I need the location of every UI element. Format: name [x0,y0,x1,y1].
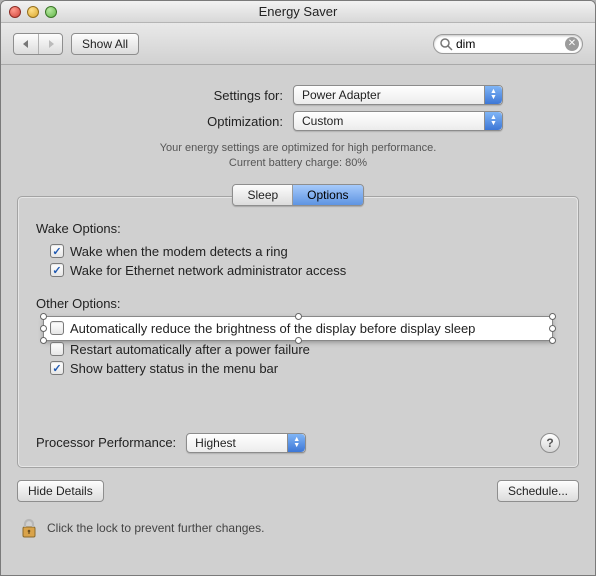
optimization-info: Your energy settings are optimized for h… [17,141,579,172]
schedule-label: Schedule... [508,484,568,498]
popup-arrows-icon: ▲▼ [484,86,502,104]
popup-arrows-icon: ▲▼ [484,112,502,130]
tab-sleep-label: Sleep [247,188,278,202]
help-button[interactable]: ? [540,433,560,453]
auto-dim-label: Automatically reduce the brightness of t… [70,321,475,336]
back-button[interactable] [14,34,38,54]
clear-search-icon[interactable]: ✕ [565,37,579,51]
search-field-wrap: ✕ [433,34,583,54]
lock-row: Click the lock to prevent further change… [17,512,579,552]
show-all-button[interactable]: Show All [71,33,139,55]
option-restart-power-failure: Restart automatically after a power fail… [36,340,560,359]
tab-options[interactable]: Options [292,185,362,205]
search-icon [439,37,453,51]
wake-options-title: Wake Options: [36,221,560,236]
checkbox-battery-menu[interactable] [50,361,64,375]
energy-saver-window: Energy Saver Show All ✕ Settings for: Po… [0,0,596,576]
toolbar: Show All ✕ [1,23,595,65]
wake-ethernet-label: Wake for Ethernet network administrator … [70,263,346,278]
battery-menu-label: Show battery status in the menu bar [70,361,278,376]
hide-details-button[interactable]: Hide Details [17,480,104,502]
minimize-icon[interactable] [27,6,39,18]
titlebar: Energy Saver [1,1,595,23]
restart-label: Restart automatically after a power fail… [70,342,310,357]
hide-details-label: Hide Details [28,484,93,498]
processor-value: Highest [195,436,236,450]
checkbox-auto-dim[interactable] [50,321,64,335]
window-controls [9,6,57,18]
content-area: Settings for: Power Adapter ▲▼ Optimizat… [1,65,595,552]
option-auto-dim: Automatically reduce the brightness of t… [36,317,560,340]
processor-popup[interactable]: Highest ▲▼ [186,433,306,453]
tab-bar: Sleep Options [17,184,579,196]
options-pane: Wake Options: Wake when the modem detect… [17,196,579,468]
show-all-label: Show All [82,37,128,51]
nav-back-forward [13,33,63,55]
settings-for-value: Power Adapter [302,88,381,102]
checkbox-wake-modem[interactable] [50,244,64,258]
wake-modem-label: Wake when the modem detects a ring [70,244,288,259]
schedule-button[interactable]: Schedule... [497,480,579,502]
zoom-icon[interactable] [45,6,57,18]
optimization-popup[interactable]: Custom ▲▼ [293,111,503,131]
search-input[interactable] [433,34,583,54]
bottom-button-row: Hide Details Schedule... [17,480,579,502]
optimization-value: Custom [302,114,343,128]
window-title: Energy Saver [1,4,595,19]
optimization-label: Optimization: [93,114,283,129]
settings-for-row: Settings for: Power Adapter ▲▼ [17,85,579,105]
wake-option-modem: Wake when the modem detects a ring [36,242,560,261]
option-show-battery-menu: Show battery status in the menu bar [36,359,560,378]
lock-text: Click the lock to prevent further change… [47,521,264,535]
processor-performance-row: Processor Performance: Highest ▲▼ ? [36,433,560,453]
info-line2: Current battery charge: 80% [229,157,367,169]
tab-sleep[interactable]: Sleep [233,185,292,205]
optimization-row: Optimization: Custom ▲▼ [17,111,579,131]
close-icon[interactable] [9,6,21,18]
tab-options-label: Options [307,188,348,202]
wake-option-ethernet: Wake for Ethernet network administrator … [36,261,560,280]
popup-arrows-icon: ▲▼ [287,434,305,452]
checkbox-wake-ethernet[interactable] [50,263,64,277]
info-line1: Your energy settings are optimized for h… [160,142,437,154]
settings-for-popup[interactable]: Power Adapter ▲▼ [293,85,503,105]
forward-button[interactable] [38,34,62,54]
settings-for-label: Settings for: [93,88,283,103]
checkbox-restart[interactable] [50,342,64,356]
lock-icon[interactable] [17,516,41,540]
other-options-title: Other Options: [36,296,560,311]
processor-label: Processor Performance: [36,435,176,450]
